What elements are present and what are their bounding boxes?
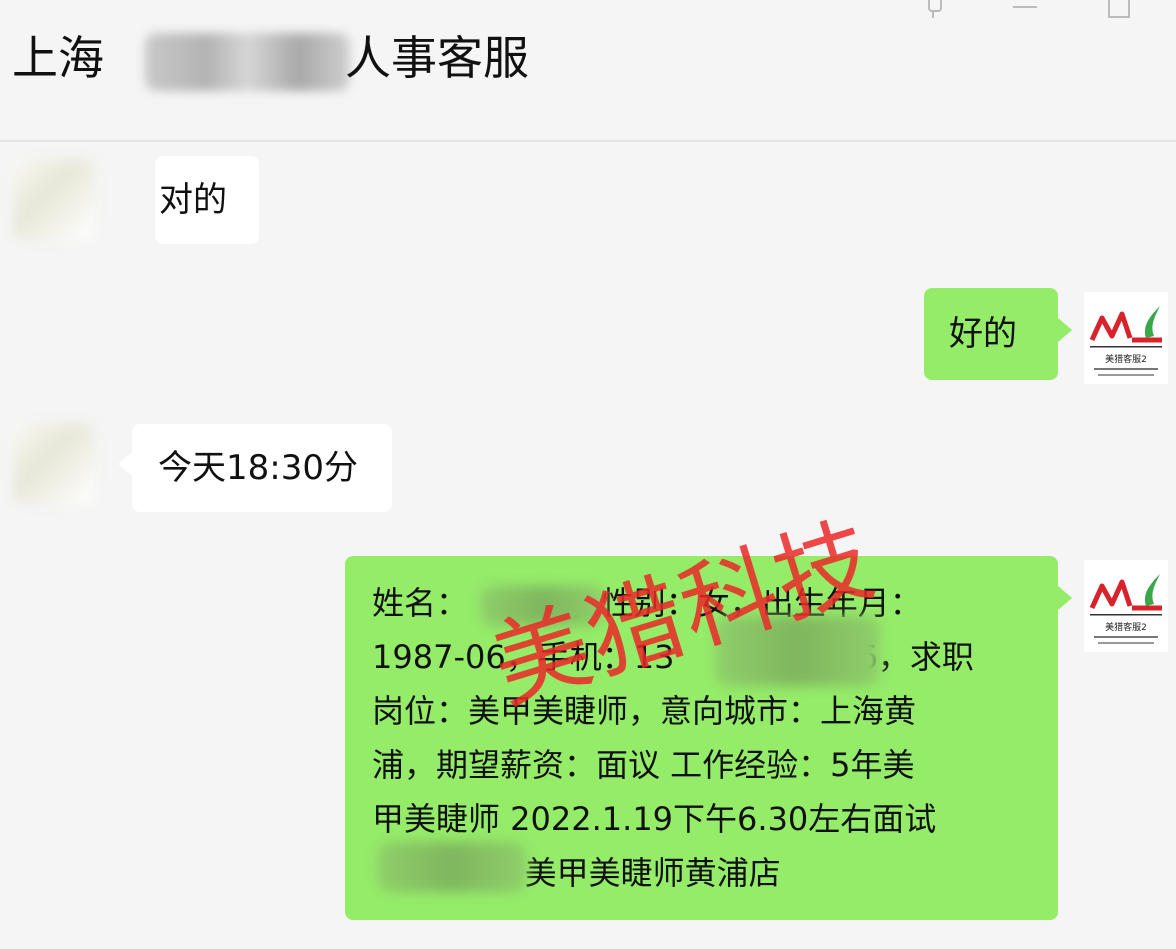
message-text: 好的 xyxy=(949,314,1017,354)
chat-title-prefix: 上海 xyxy=(12,31,104,85)
redacted-name-field xyxy=(480,586,605,626)
redacted-store-field xyxy=(377,842,527,892)
message-bubble-outgoing: 好的 xyxy=(924,288,1072,380)
message-line: 浦，期望薪资：面议 工作经验：5年美 xyxy=(372,746,915,784)
logo-caption: 美猎客服2 xyxy=(1105,621,1147,633)
logo-caption: 美猎客服2 xyxy=(1105,353,1147,365)
message-text: 今天18:30分 xyxy=(158,448,358,488)
chat-header: 上海 人事客服 xyxy=(0,0,1176,142)
message-bubble-incoming: 今天18:30分 xyxy=(118,424,392,512)
self-avatar-logo[interactable]: 美猎客服2 xyxy=(1084,560,1168,652)
message-bubble-incoming: 对的 xyxy=(155,156,259,244)
ml-logo-icon: 美猎客服2 xyxy=(1089,306,1162,376)
message-line: 岗位：美甲美睫师，意向城市：上海黄 xyxy=(372,692,917,730)
message-line: 1987-06，手机：13 26，求职 xyxy=(372,638,974,676)
ml-logo-icon: 美猎客服2 xyxy=(1089,574,1162,644)
maximize-icon[interactable] xyxy=(1108,0,1130,18)
self-avatar-logo[interactable]: 美猎客服2 xyxy=(1084,292,1168,384)
message-line: 甲美睫师 2022.1.19下午6.30左右面试 xyxy=(372,800,937,838)
pin-icon[interactable] xyxy=(922,0,944,18)
contact-avatar[interactable] xyxy=(14,424,94,504)
minimize-icon[interactable] xyxy=(1013,6,1037,8)
redacted-phone-field xyxy=(715,616,880,686)
message-bubble-outgoing: 姓名： ，性别：女，出生年月： 1987-06，手机：13 26，求职 岗位：美… xyxy=(345,556,1072,920)
message-line: 姓名： ，性别：女，出生年月： xyxy=(372,584,922,622)
chat-title-suffix: 人事客服 xyxy=(345,31,529,85)
redacted-name xyxy=(145,33,350,91)
contact-avatar[interactable] xyxy=(14,160,94,240)
message-text: 对的 xyxy=(159,180,227,220)
